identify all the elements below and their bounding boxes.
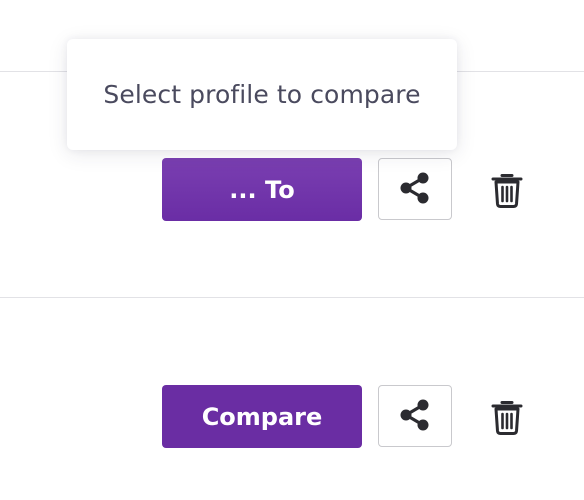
page: ... To Compare Select profile to compare bbox=[0, 0, 584, 500]
trash-icon bbox=[490, 171, 524, 212]
compare-tooltip: Select profile to compare bbox=[67, 39, 457, 150]
compare-button[interactable]: Compare bbox=[162, 385, 362, 448]
share-button[interactable] bbox=[378, 158, 452, 220]
delete-button[interactable] bbox=[486, 397, 528, 439]
profile-row: Compare bbox=[0, 385, 584, 449]
row-divider bbox=[0, 297, 584, 298]
share-icon bbox=[398, 397, 432, 436]
tooltip-text: Select profile to compare bbox=[103, 80, 421, 109]
compare-to-button-label: ... To bbox=[229, 175, 295, 204]
trash-icon bbox=[490, 398, 524, 439]
delete-button[interactable] bbox=[486, 170, 528, 212]
share-button[interactable] bbox=[378, 385, 452, 447]
share-icon bbox=[398, 170, 432, 209]
profile-row: ... To bbox=[0, 158, 584, 222]
compare-button-label: Compare bbox=[201, 402, 323, 431]
compare-to-button[interactable]: ... To bbox=[162, 158, 362, 221]
